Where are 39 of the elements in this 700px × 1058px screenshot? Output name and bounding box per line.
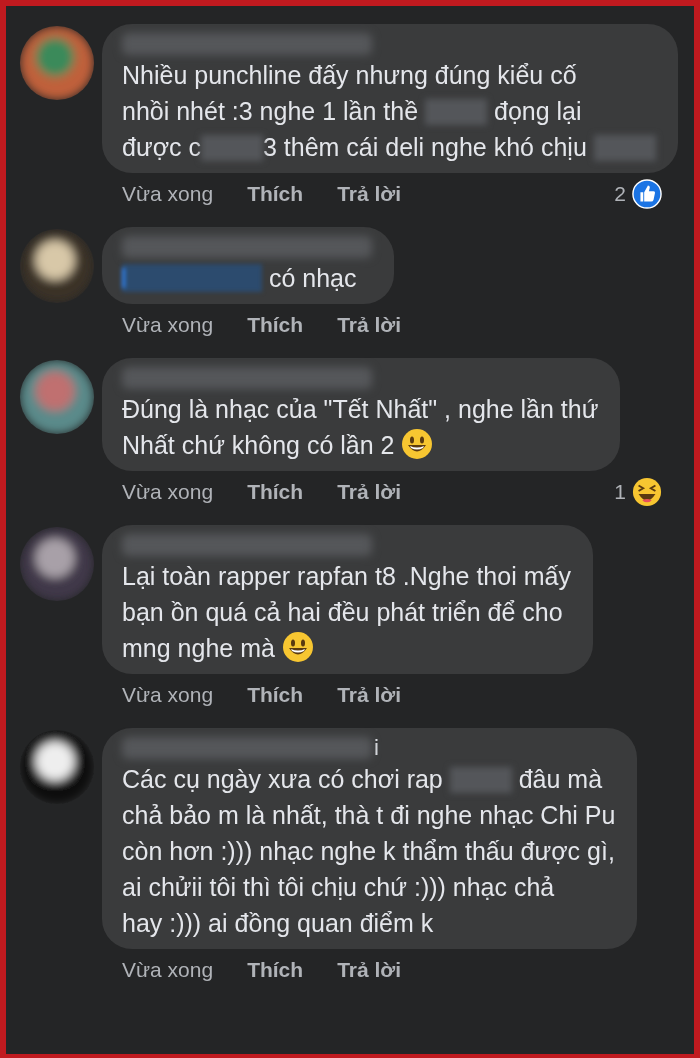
reply-link[interactable]: Trả lời <box>337 683 402 707</box>
comment-text-line: được c 3 thêm cái deli nghe khó chịu <box>122 133 656 161</box>
reply-link[interactable]: Trả lời <box>337 313 402 337</box>
like-link[interactable]: Thích <box>247 313 304 337</box>
reply-link[interactable]: Trả lời <box>337 182 402 206</box>
like-link[interactable]: Thích <box>247 182 304 206</box>
smiley-icon <box>401 428 434 460</box>
comment-text-line: Nhất chứ không có lần 2 <box>122 431 396 459</box>
laughing-face-icon[interactable] <box>632 477 662 507</box>
comment-text-line: Lại toàn rapper rapfan t8 .Nghe thoi mấy <box>122 562 571 590</box>
like-link[interactable]: Thích <box>247 958 304 982</box>
avatar[interactable] <box>18 525 96 603</box>
reaction-count[interactable]: 2 <box>614 182 626 206</box>
comment-text-line: Nhiều punchline đấy nhưng đúng kiểu cố <box>122 61 577 89</box>
comment-text-line: mng nghe mà <box>122 634 276 662</box>
comment-text-line: ai chửii tôi thì tôi chịu chứ :))) nhạc chả <box>122 873 555 901</box>
smiley-icon <box>281 631 314 663</box>
comment-time: Vừa xong <box>122 313 214 337</box>
reaction-count[interactable]: 1 <box>614 480 626 504</box>
comment-text-line: Các cụ ngày xưa có chơi rap đâu mà <box>122 765 603 793</box>
comment-time: Vừa xong <box>122 182 214 206</box>
reply-link[interactable]: Trả lời <box>337 480 402 504</box>
avatar[interactable] <box>18 227 96 305</box>
comment-text-line: có nhạc <box>122 264 357 292</box>
comment-text-line: hay :))) ai đồng quan điểm k <box>122 909 434 937</box>
comment-time: Vừa xong <box>122 480 214 504</box>
comment-time: Vừa xong <box>122 958 214 982</box>
comment-text-line: chả bảo m là nhất, thà t đi nghe nhạc Chi Pu <box>122 801 616 829</box>
reply-link[interactable]: Trả lời <box>337 958 402 982</box>
author-name[interactable]: i <box>374 735 379 761</box>
avatar[interactable] <box>18 728 96 806</box>
comment-text-line: Đúng là nhạc của "Tết Nhất" , nghe lần thứ <box>122 395 599 423</box>
comment-text-line: nhồi nhét :3 nghe 1 lần thề đọng lại <box>122 97 582 125</box>
thumbs-up-icon[interactable] <box>632 179 662 209</box>
like-link[interactable]: Thích <box>247 480 304 504</box>
like-link[interactable]: Thích <box>247 683 304 707</box>
comment-text-line: còn hơn :))) nhạc nghe k thẩm thấu được gì, <box>122 837 615 865</box>
comment-text-line: bạn ồn quá cả hai đều phát triển để cho <box>122 598 563 626</box>
comment-time: Vừa xong <box>122 683 214 707</box>
